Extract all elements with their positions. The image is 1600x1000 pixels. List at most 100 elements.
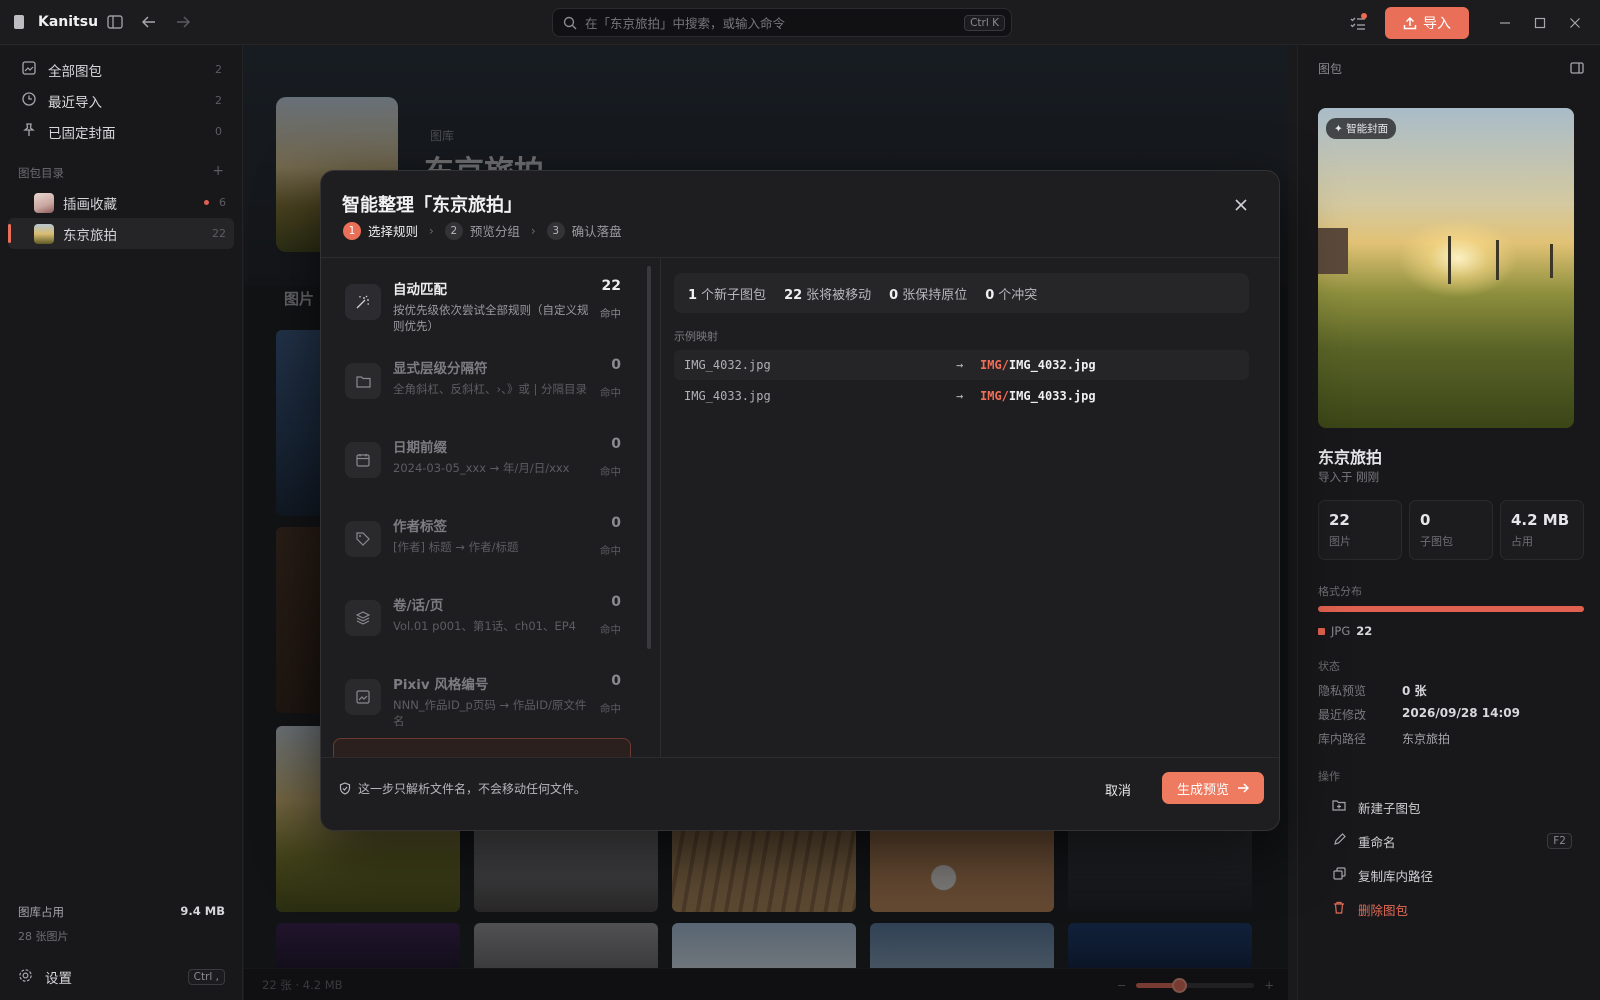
smart-organize-dialog: 智能整理「东京旅拍」 1 选择规则 › 2 预览分组 › 3 确认落盘 自动匹配… xyxy=(320,170,1280,831)
library-item-tokyo-trip[interactable]: 东京旅拍 22 xyxy=(8,218,234,249)
rule-description: 按优先级依次尝试全部规则（自定义规则优先） xyxy=(393,303,589,333)
summary-number: 0 xyxy=(889,287,899,303)
rule-title: 日期前缀 xyxy=(393,440,447,456)
summary-number: 0 xyxy=(985,287,995,303)
settings-label: 设置 xyxy=(45,971,72,987)
nav-recent-imports[interactable]: 最近导入 2 xyxy=(8,85,234,116)
mapping-section-label: 示例映射 xyxy=(674,330,718,343)
command-search-bar[interactable]: 在「东京旅拍」中搜索，或输入命令 Ctrl K xyxy=(552,8,1012,37)
settings-shortcut: Ctrl , xyxy=(187,969,225,985)
rule-hit-count: 0 xyxy=(611,673,621,689)
summary-text: 张保持原位 xyxy=(902,287,968,303)
rule-title: 卷/话/页 xyxy=(393,598,444,614)
usage-value: 9.4 MB xyxy=(180,904,225,918)
chevron-right-icon: › xyxy=(429,223,434,238)
arrow-right-icon: → xyxy=(956,389,964,403)
left-sidebar: 全部图包 2 最近导入 2 已固定封面 0 图包目录 + 插画收藏 6 东京旅拍… xyxy=(0,46,243,1000)
step-preview-groups[interactable]: 2 预览分组 xyxy=(444,221,520,240)
app-name: Kanitsu xyxy=(38,14,99,30)
rule-date-prefix[interactable]: 日期前缀 2024-03-05_xxx → 年/月/日/xxx 0 命中 xyxy=(333,426,633,500)
minimize-button[interactable] xyxy=(1487,0,1522,45)
rule-auto-match[interactable]: 自动匹配 按优先级依次尝试全部规则（自定义规则优先） 22 命中 xyxy=(333,268,633,342)
minimize-icon xyxy=(1499,21,1510,24)
library-label: 插画收藏 xyxy=(63,196,117,213)
close-icon xyxy=(1569,17,1580,28)
library-section-header: 图包目录 + xyxy=(18,164,224,181)
rule-hit-count: 0 xyxy=(611,357,621,373)
chevron-right-icon: › xyxy=(530,223,536,238)
summary-text: 个冲突 xyxy=(998,287,1038,303)
rule-hit-count: 0 xyxy=(611,594,621,610)
preview-pane: 1 个新子图包 22 张将被移动 0 张保持原位 0 个冲突 示例映射 IMG_4032… xyxy=(662,258,1279,757)
arrow-right-icon xyxy=(1238,783,1249,793)
summary-number: 22 xyxy=(784,287,803,303)
gear-icon xyxy=(18,968,33,987)
rule-hit-count: 0 xyxy=(611,436,621,452)
generate-preview-label: 生成预览 xyxy=(1176,782,1229,798)
nav-pinned-covers[interactable]: 已固定封面 0 xyxy=(8,116,234,147)
shield-icon xyxy=(339,782,351,795)
usage-label: 图库占用 xyxy=(18,905,64,919)
maximize-button[interactable] xyxy=(1522,0,1557,45)
task-list-button[interactable] xyxy=(1341,8,1375,38)
cancel-button[interactable]: 取消 xyxy=(1095,774,1141,804)
mapping-filename: IMG_4032.jpg xyxy=(1008,358,1096,372)
rule-explicit-separator[interactable]: 显式层级分隔符 全角斜杠、反斜杠、›、》或 | 分隔目录 0 命中 xyxy=(333,347,633,421)
settings-button[interactable]: 设置 Ctrl , xyxy=(0,962,243,992)
search-icon xyxy=(563,16,577,29)
step-confirm-write[interactable]: 3 确认落盘 xyxy=(546,221,622,240)
step-number: 2 xyxy=(444,221,463,240)
close-window-button[interactable] xyxy=(1557,0,1592,45)
rule-hit-label: 命中 xyxy=(600,466,621,478)
summary-moved: 22 张将被移动 xyxy=(784,284,871,303)
calendar-icon xyxy=(345,442,381,478)
rule-description: [作者] 标题 → 作者/标题 xyxy=(393,540,519,554)
rule-pixiv-id[interactable]: Pixiv 风格编号 NNN_作品ID_p页码 → 作品ID/原文件名 0 命中 xyxy=(333,663,633,737)
search-shortcut: Ctrl K xyxy=(964,14,1005,31)
rule-list-scrollbar[interactable] xyxy=(647,266,651,649)
step-label: 预览分组 xyxy=(469,224,520,239)
rule-volume-chapter-page[interactable]: 卷/话/页 Vol.01 p001、第1话、ch01、EP4 0 命中 xyxy=(333,584,633,658)
library-section-title: 图包目录 xyxy=(18,166,64,180)
rule-hit-label: 命中 xyxy=(600,703,621,715)
mapping-destination: IMG/IMG_4032.jpg xyxy=(980,358,1096,372)
library-label: 东京旅拍 xyxy=(63,227,117,244)
gallery-icon xyxy=(20,60,38,79)
mapping-row: IMG_4032.jpg → IMG/IMG_4032.jpg xyxy=(674,350,1249,380)
nav-all-packs[interactable]: 全部图包 2 xyxy=(8,54,234,85)
folder-icon xyxy=(345,363,381,399)
step-select-rule[interactable]: 1 选择规则 xyxy=(343,221,418,240)
mapping-source: IMG_4033.jpg xyxy=(684,389,771,403)
close-icon xyxy=(1235,199,1247,211)
mapping-source: IMG_4032.jpg xyxy=(684,358,771,372)
library-item-illustrations[interactable]: 插画收藏 6 xyxy=(8,187,234,218)
dialog-close-button[interactable] xyxy=(1229,193,1253,217)
mapping-destination: IMG/IMG_4033.jpg xyxy=(980,389,1096,403)
rule-hit-count: 0 xyxy=(611,515,621,531)
notification-dot xyxy=(1361,12,1367,19)
import-button[interactable]: 导入 xyxy=(1385,6,1469,39)
add-library-icon[interactable]: + xyxy=(212,164,224,181)
summary-unchanged: 0 张保持原位 xyxy=(889,284,967,303)
library-usage: 图库占用 9.4 MB 28 张图片 xyxy=(0,904,243,944)
step-number: 1 xyxy=(343,221,361,240)
footer-note-text: 这一步只解析文件名，不会移动任何文件。 xyxy=(358,782,587,796)
back-arrow-icon[interactable] xyxy=(134,7,164,37)
summary-conflicts: 0 个冲突 xyxy=(985,284,1037,303)
title-bar: Kanitsu 在「东京旅拍」中搜索，或输入命令 Ctrl K 导入 xyxy=(0,0,1600,45)
usage-count: 28 张图片 xyxy=(18,930,69,943)
nav-label: 已固定封面 xyxy=(48,125,116,142)
rule-hit-label: 命中 xyxy=(600,308,621,320)
sidebar-toggle-icon[interactable] xyxy=(100,7,130,37)
image-icon xyxy=(345,679,381,715)
library-thumbnail xyxy=(34,192,54,213)
wizard-steps: 1 选择规则 › 2 预览分组 › 3 确认落盘 xyxy=(343,221,622,240)
forward-arrow-icon[interactable] xyxy=(168,7,198,37)
generate-preview-button[interactable]: 生成预览 xyxy=(1162,772,1264,804)
rule-author-tag[interactable]: 作者标签 [作者] 标题 → 作者/标题 0 命中 xyxy=(333,505,633,579)
rule-description: NNN_作品ID_p页码 → 作品ID/原文件名 xyxy=(393,698,587,728)
rule-title: 显式层级分隔符 xyxy=(393,361,488,377)
dialog-footer: 这一步只解析文件名，不会移动任何文件。 取消 生成预览 xyxy=(321,757,1279,830)
rule-title: 自动匹配 xyxy=(393,282,447,298)
custom-rule-item[interactable] xyxy=(333,738,631,757)
